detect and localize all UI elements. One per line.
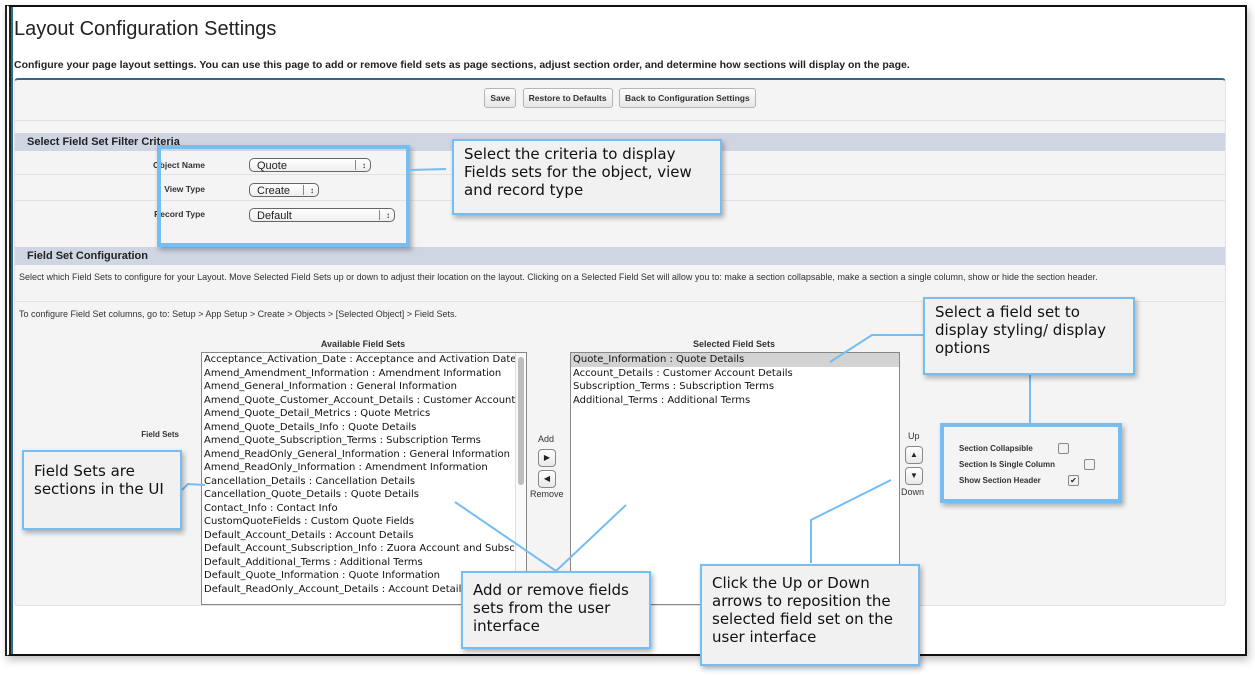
triangle-left-icon: ◀ xyxy=(543,474,551,483)
selected-fieldset-item[interactable]: Additional_Terms : Additional Terms xyxy=(571,394,899,408)
config-instructions: Select which Field Sets to configure for… xyxy=(19,272,1098,282)
scrollbar-thumb[interactable] xyxy=(518,357,524,485)
scrollbar[interactable] xyxy=(515,353,526,604)
field-sets-label: Field Sets xyxy=(141,430,179,439)
available-fieldset-item[interactable]: Default_Account_Details : Account Detail… xyxy=(202,529,526,543)
page-title: Layout Configuration Settings xyxy=(14,18,277,40)
available-fieldset-item[interactable]: Default_Additional_Terms : Additional Te… xyxy=(202,556,526,570)
available-fieldset-item[interactable]: Cancellation_Quote_Details : Quote Detai… xyxy=(202,488,526,502)
available-header: Available Field Sets xyxy=(320,339,406,349)
available-fieldset-item[interactable]: Amend_ReadOnly_Information : Amendment I… xyxy=(202,461,526,475)
move-up-button[interactable]: ▲ xyxy=(905,446,923,464)
triangle-up-icon: ▲ xyxy=(910,450,918,459)
save-button[interactable]: Save xyxy=(484,88,517,108)
page-description: Configure your page layout settings. You… xyxy=(14,59,910,71)
selected-fieldset-item[interactable]: Quote_Information : Quote Details xyxy=(571,353,899,367)
available-fieldset-item[interactable]: Amend_ReadOnly_General_Information : Gen… xyxy=(202,448,526,462)
available-fieldset-item[interactable]: Default_Account_Subscription_Info : Zuor… xyxy=(202,542,526,556)
callout-up-down: Click the Up or Down arrows to repositio… xyxy=(700,564,920,666)
columns-note: To configure Field Set columns, go to: S… xyxy=(19,309,457,319)
add-button[interactable]: ▶ xyxy=(538,449,556,467)
available-fieldset-item[interactable]: Cancellation_Details : Cancellation Deta… xyxy=(202,475,526,489)
filter-highlight xyxy=(157,145,410,247)
callout-add-remove: Add or remove fields sets from the user … xyxy=(461,571,651,649)
callout-criteria: Select the criteria to display Fields se… xyxy=(452,139,722,215)
available-fieldset-item[interactable]: Amend_Quote_Customer_Account_Details : C… xyxy=(202,394,526,408)
restore-defaults-button[interactable]: Restore to Defaults xyxy=(522,88,613,108)
available-fieldsets-list[interactable]: Acceptance_Activation_Date : Acceptance … xyxy=(201,352,527,605)
available-fieldset-item[interactable]: Amend_General_Information : General Info… xyxy=(202,380,526,394)
triangle-down-icon: ▼ xyxy=(910,471,918,480)
up-label: Up xyxy=(908,431,920,441)
config-section-header: Field Set Configuration xyxy=(15,247,1225,265)
button-bar: Save Restore to Defaults Back to Configu… xyxy=(15,88,1225,110)
available-fieldset-item[interactable]: Amend_Quote_Details_Info : Quote Details xyxy=(202,421,526,435)
options-highlight xyxy=(940,423,1122,503)
available-fieldset-item[interactable]: Amend_Amendment_Information : Amendment … xyxy=(202,367,526,381)
available-fieldset-item[interactable]: Amend_Quote_Detail_Metrics : Quote Metri… xyxy=(202,407,526,421)
remove-label: Remove xyxy=(530,489,564,499)
selected-header: Selected Field Sets xyxy=(692,339,776,349)
divider xyxy=(15,120,1225,121)
callout-styling: Select a field set to display styling/ d… xyxy=(923,297,1135,375)
selected-fieldset-item[interactable]: Account_Details : Customer Account Detai… xyxy=(571,367,899,381)
add-label: Add xyxy=(538,434,555,444)
available-fieldset-item[interactable]: Acceptance_Activation_Date : Acceptance … xyxy=(202,353,526,367)
back-to-config-button[interactable]: Back to Configuration Settings xyxy=(619,88,756,108)
triangle-right-icon: ▶ xyxy=(543,453,551,462)
available-fieldset-item[interactable]: CustomQuoteFields : Custom Quote Fields xyxy=(202,515,526,529)
available-fieldset-item[interactable]: Amend_Quote_Subscription_Terms : Subscri… xyxy=(202,434,526,448)
available-fieldset-item[interactable]: Contact_Info : Contact Info xyxy=(202,502,526,516)
selected-fieldset-item[interactable]: Subscription_Terms : Subscription Terms xyxy=(571,380,899,394)
remove-button[interactable]: ◀ xyxy=(538,470,556,488)
callout-field-sets: Field Sets are sections in the UI xyxy=(22,450,182,530)
move-down-button[interactable]: ▼ xyxy=(905,467,923,485)
down-label: Down xyxy=(901,487,925,497)
